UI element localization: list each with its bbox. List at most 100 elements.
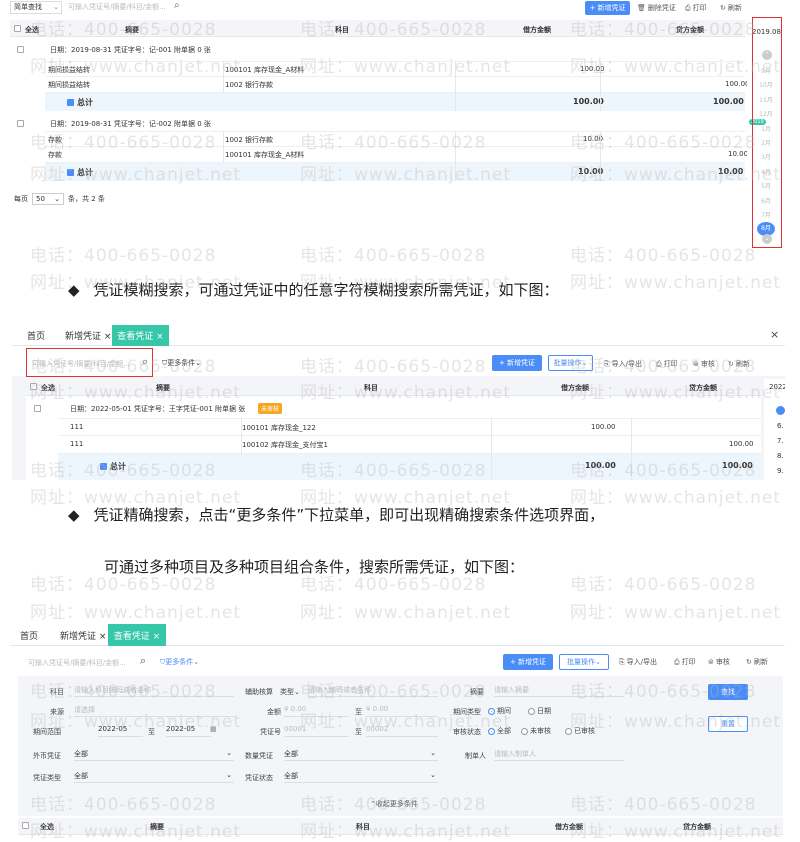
voucher-checkbox[interactable] [17,46,24,53]
period-type-radio[interactable]: 期间 [488,706,511,716]
table-row: 期间损益结转 100101 库存现金_A材料 100.00 [45,61,745,77]
header-subject: 科目 [335,26,349,34]
import-export-button[interactable]: ⎘ 导入/导出 [619,657,657,667]
print-button[interactable]: ⎙ 打印 [685,3,707,13]
table-row: 存款 1002 银行存款 10.00 [45,131,745,147]
vno-from-input[interactable]: 00001 [284,725,349,737]
refresh-icon: ↻ [720,4,726,12]
audit-all-radio[interactable]: 全部 [488,726,511,736]
chevron-down-icon: ⌄ [294,688,300,696]
period-to-input[interactable]: 2022-05 [166,725,211,737]
header-summary: 摘要 [125,26,139,34]
audit-pending-radio[interactable]: 未审核 [521,726,551,736]
search-icon[interactable]: ⌕ [174,0,180,11]
table-header: 全选 摘要 科目 借方金额 贷方金额 [26,379,761,396]
timeline-dot[interactable] [776,406,785,415]
new-voucher-button[interactable]: + 新增凭证 [503,654,553,670]
tab-bar: 首页 新增凭证 × 查看凭证 × [10,622,785,646]
header-credit: 贷方金额 [676,26,704,34]
timeline-highlight [752,17,782,248]
import-export-button[interactable]: ⎘ 导入/导出 [604,359,642,369]
amount-to-input[interactable]: ¥ 0.00 [366,705,438,717]
qty-select[interactable]: 全部 ⌄ [284,749,438,761]
chevron-down-icon: ⌄ [595,658,601,666]
chevron-down-icon: ⌄ [53,3,59,11]
total-row: 总计 10.00 10.00 [45,163,745,181]
diamond-bullet-icon: ◆ [68,281,80,299]
refresh-button[interactable]: ↻ 刷新 [720,3,742,13]
bullet-text-continued: 可通过多种项目及多种项目组合条件，搜索所需凭证，如下图： [104,558,525,576]
new-voucher-button[interactable]: + 新增凭证 [585,1,630,15]
audit-button[interactable]: ⊜ 审核 [708,657,730,667]
tab-new-voucher[interactable]: 新增凭证 × [65,329,111,342]
search-button[interactable]: 查找 [708,684,748,700]
voucher-block: 日期：2019-08-31 凭证字号：记-001 附单据 0 张 期间损益结转 … [10,37,750,114]
pagination: 每页 50 ⌄ 条，共 2 条 [14,193,105,205]
tab-view-voucher[interactable]: 查看凭证 × [108,624,166,646]
fx-select[interactable]: 全部 ⌄ [74,749,234,761]
select-all-checkbox[interactable] [22,822,29,829]
total-row: 总计 100.00 100.00 [58,454,761,480]
toolbar: 可输入凭证号/摘要/科目/金额... ⌕ ⛉更多条件⌄ + 新增凭证 批量操作 ⌄… [10,646,785,674]
search-input[interactable]: 可输入凭证号/摘要/科目/金额... [68,1,188,14]
refresh-icon: ↻ [728,360,734,368]
vno-to-input[interactable]: 00002 [366,725,438,737]
refresh-button[interactable]: ↻ 刷新 [746,657,768,667]
more-conditions-toggle[interactable]: ⛉更多条件⌄ [160,657,199,667]
diamond-bullet-icon: ◆ [68,506,80,524]
search-input[interactable]: 可输入凭证号/摘要/科目/金额... [28,658,126,668]
delete-voucher-button[interactable]: 🗑 删除凭证 [637,3,676,13]
period-from-input[interactable]: 2022-05 [98,725,143,737]
vtype-select[interactable]: 全部 ⌄ [74,771,234,783]
more-conditions-toggle[interactable]: ⛉更多条件⌄ [162,358,201,368]
page-size-select[interactable]: 50 ⌄ [32,193,64,205]
printer-icon: ⎙ [656,359,662,368]
screenshot-fuzzy-search: 首页 新增凭证 × 查看凭证 × × 可输入凭证号/摘要/科目/金额... ⌕ … [12,323,785,480]
calendar-icon[interactable]: ▦ [210,725,217,733]
maker-input[interactable]: 请输入制单人 [494,749,624,761]
batch-operation-button[interactable]: 批量操作 ⌄ [559,654,609,670]
tab-home[interactable]: 首页 [27,329,45,342]
vstatus-select[interactable]: 全部 ⌄ [284,771,438,783]
side-timeline: 2022 6. 7. 8. 9. [764,379,785,480]
filter-select[interactable]: 简单查找 ⌄ [10,1,62,14]
aux-input[interactable]: 请输入编码或者名称 [308,685,438,697]
refresh-button[interactable]: ↻ 刷新 [728,359,750,369]
subject-input[interactable]: 请输入科目编码或者名称 [74,685,234,697]
select-all-checkbox[interactable] [14,25,21,32]
print-button[interactable]: ⎙ 打印 [656,359,678,369]
chevron-down-icon: ⌄ [430,771,436,779]
tab-view-voucher[interactable]: 查看凭证 × [112,325,169,346]
summary-input[interactable]: 请输入摘要 [494,685,624,697]
new-voucher-button[interactable]: + 新增凭证 [492,355,542,371]
status-badge: 未审核 [258,403,283,414]
sum-icon [67,169,74,176]
reset-button[interactable]: 重置 [708,716,748,732]
tab-home[interactable]: 首页 [20,629,38,642]
voucher-checkbox[interactable] [17,120,24,127]
radio-icon [565,727,572,735]
screenshot-precise-search: 首页 新增凭证 × 查看凭证 × 可输入凭证号/摘要/科目/金额... ⌕ ⛉更… [10,622,785,838]
audit-button[interactable]: ⊜ 审核 [693,359,715,369]
chevron-down-icon: ⌄ [226,749,232,757]
watermark-site: 网址：www.chanjet.net [570,273,782,293]
search-icon[interactable]: ⌕ [140,654,146,668]
watermark-phone: 电话：400-665-0028 [570,575,757,595]
printer-icon: ⎙ [674,657,680,666]
chevron-down-icon: ⌄ [226,771,232,779]
close-icon[interactable]: × [770,328,779,341]
audit-done-radio[interactable]: 已审核 [565,726,595,736]
batch-operation-button[interactable]: 批量操作 ⌄ [548,355,593,371]
date-type-radio[interactable]: 日期 [528,706,551,716]
amount-from-input[interactable]: ¥ 0.00 [284,705,349,717]
source-select[interactable]: 请选择 [74,705,234,717]
total-row: 总计 100.00 100.00 [45,93,745,111]
watermark-site: 网址：www.chanjet.net [30,603,242,623]
collapse-conditions-link[interactable]: ⌃收起更多条件 [370,799,418,809]
voucher-checkbox[interactable] [34,405,41,412]
chevron-down-icon: ⌄ [54,195,60,203]
tab-new-voucher[interactable]: 新增凭证 × [60,629,106,642]
aux-type-select[interactable]: 类型⌄ [280,687,300,697]
print-button[interactable]: ⎙ 打印 [674,657,696,667]
select-all-checkbox[interactable] [30,383,37,390]
